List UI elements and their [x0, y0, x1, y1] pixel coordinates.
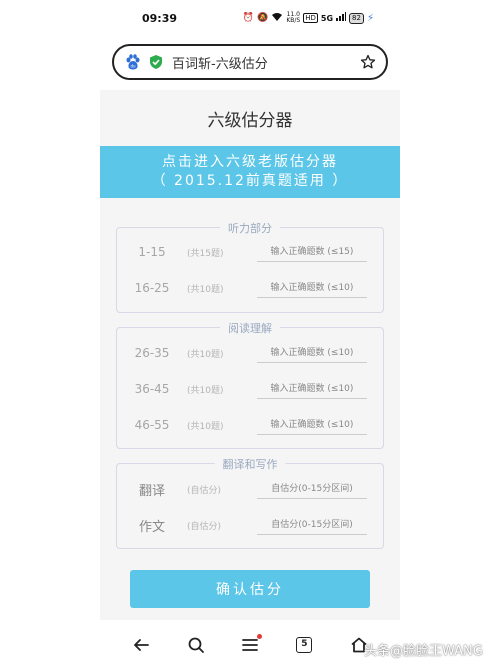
banner-line1: 点击进入六级老版估分器	[162, 154, 338, 170]
listening-legend: 听力部分	[220, 220, 280, 236]
page-title: 六级估分器	[207, 111, 293, 131]
confirm-score-button[interactable]: 确认估分	[130, 570, 370, 608]
mute-icon: 🔕	[257, 13, 269, 23]
list-item: 46-55 (共10题)	[117, 415, 385, 435]
self-score-input[interactable]	[257, 479, 367, 499]
question-count: (共15题)	[187, 248, 224, 259]
task-label: 翻译	[138, 483, 165, 499]
watermark: 头条@脸脸王WANG	[364, 644, 483, 659]
menu-button[interactable]	[237, 632, 263, 658]
charging-icon: ⚡	[366, 12, 374, 24]
search-button[interactable]	[183, 632, 209, 658]
old-version-banner[interactable]: 点击进入六级老版估分器 （ 2015.12前真题适用 ）	[100, 146, 400, 198]
address-title: 百词斩-六级估分	[172, 56, 268, 72]
question-count: (共10题)	[187, 349, 224, 360]
notification-dot	[256, 633, 262, 639]
tabs-button[interactable]: 5	[291, 632, 317, 658]
shield-check-icon	[150, 55, 162, 69]
writing-legend: 翻译和写作	[214, 456, 286, 472]
listening-section: 听力部分 1-15 (共15题) 16-25 (共10题)	[116, 220, 385, 313]
question-count: (共10题)	[187, 385, 224, 396]
task-label: 作文	[138, 519, 165, 535]
question-count: (共10题)	[187, 421, 224, 432]
tabs-icon: 5	[296, 636, 313, 653]
status-icons: ⏰ 🔕 11.0 KB/S HD 5G 82 ⚡	[243, 12, 374, 25]
menu-icon	[242, 638, 258, 651]
battery-icon: 82	[349, 12, 364, 24]
correct-count-input[interactable]	[257, 242, 367, 262]
writing-section: 翻译和写作 翻译 (自估分) 作文 (自估分)	[116, 456, 385, 549]
status-time: 09:39	[142, 11, 178, 25]
question-range: 36-45	[134, 382, 170, 396]
phone-screen: 09:39 ⏰ 🔕 11.0 KB/S HD 5G 82 ⚡ du 百词斩-六级…	[100, 0, 400, 667]
question-range: 1-15	[138, 245, 166, 259]
back-arrow-icon	[134, 638, 150, 651]
list-item: 16-25 (共10题)	[117, 278, 385, 298]
signal-bars-icon	[336, 12, 347, 24]
network-speed: 11.0 KB/S	[286, 11, 301, 24]
correct-count-input[interactable]	[257, 343, 367, 363]
task-note: (自估分)	[187, 485, 222, 496]
question-range: 46-55	[134, 418, 170, 432]
back-button[interactable]	[128, 632, 154, 658]
correct-count-input[interactable]	[257, 278, 367, 298]
self-score-input[interactable]	[257, 515, 367, 535]
list-item: 作文 (自估分)	[117, 515, 385, 535]
correct-count-input[interactable]	[257, 379, 367, 399]
address-bar[interactable]: du 百词斩-六级估分	[112, 44, 388, 80]
question-count: (共10题)	[187, 284, 224, 295]
list-item: 36-45 (共10题)	[117, 379, 385, 399]
question-range: 26-35	[134, 346, 170, 360]
task-note: (自估分)	[187, 521, 222, 532]
reading-section: 阅读理解 26-35 (共10题) 36-45 (共10题) 46-55 (共1…	[116, 320, 385, 449]
search-icon	[188, 637, 204, 653]
reading-legend: 阅读理解	[220, 320, 280, 336]
banner-line2: （ 2015.12前真题适用 ）	[151, 173, 349, 189]
star-icon[interactable]	[360, 54, 376, 70]
page-content: 六级估分器 点击进入六级老版估分器 （ 2015.12前真题适用 ） 听力部分 …	[100, 90, 400, 620]
correct-count-input[interactable]	[257, 415, 367, 435]
status-bar: 09:39 ⏰ 🔕 11.0 KB/S HD 5G 82 ⚡	[100, 0, 400, 36]
hd-icon: HD	[303, 13, 318, 23]
svg-text:du: du	[130, 64, 136, 69]
list-item: 翻译 (自估分)	[117, 479, 385, 499]
list-item: 1-15 (共15题)	[117, 242, 385, 262]
question-range: 16-25	[134, 281, 170, 295]
alarm-icon: ⏰	[242, 13, 255, 23]
browser-nav-bar: 5	[100, 622, 400, 667]
signal-5g-icon: 5G	[320, 13, 334, 23]
list-item: 26-35 (共10题)	[117, 343, 385, 363]
baidu-paw-icon: du	[126, 54, 140, 70]
wifi-icon	[271, 12, 283, 25]
